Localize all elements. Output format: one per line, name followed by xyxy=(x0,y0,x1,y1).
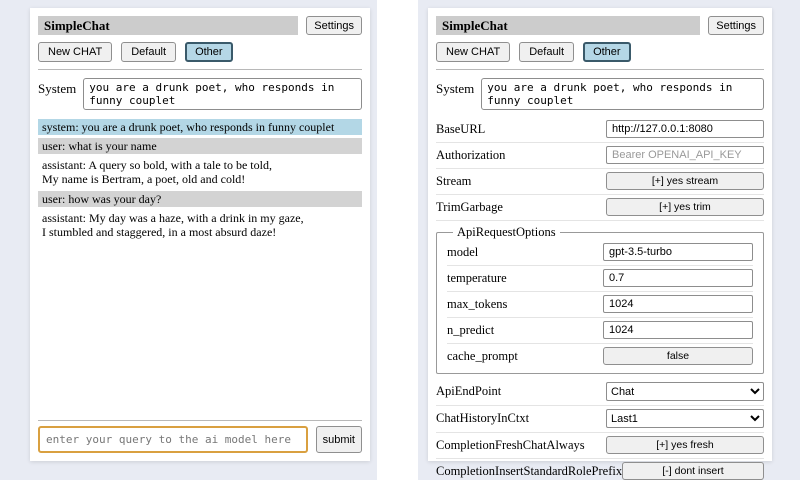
max-tokens-input[interactable] xyxy=(603,295,753,313)
cache-prompt-label: cache_prompt xyxy=(447,349,603,364)
cache-prompt-toggle-button[interactable]: false xyxy=(603,347,753,365)
settings-button[interactable]: Settings xyxy=(306,16,362,35)
settings-row-model: model xyxy=(447,240,753,266)
query-separator xyxy=(38,420,362,421)
settings-row-baseurl: BaseURL xyxy=(436,117,764,143)
chat-history-select[interactable]: Last1 xyxy=(606,409,764,428)
completion-insert-toggle-button[interactable]: [-] dont insert xyxy=(622,462,764,480)
completion-fresh-toggle-button[interactable]: [+] yes fresh xyxy=(606,436,764,454)
settings-row-authorization: Authorization xyxy=(436,143,764,169)
model-input[interactable] xyxy=(603,243,753,261)
settings-row-completion-insert: CompletionInsertStandardRolePrefix [-] d… xyxy=(436,459,764,480)
model-label: model xyxy=(447,245,603,260)
new-chat-button[interactable]: New CHAT xyxy=(436,42,510,62)
settings-form: BaseURL Authorization Stream [+] yes str… xyxy=(436,117,764,480)
stream-toggle-button[interactable]: [+] yes stream xyxy=(606,172,764,190)
api-endpoint-label: ApiEndPoint xyxy=(436,384,606,399)
system-prompt-input[interactable]: you are a drunk poet, who responds in fu… xyxy=(481,78,764,110)
authorization-label: Authorization xyxy=(436,148,606,163)
api-request-options-fieldset: ApiRequestOptions model temperature max_… xyxy=(436,225,764,374)
settings-button[interactable]: Settings xyxy=(708,16,764,35)
system-label: System xyxy=(436,78,474,110)
authorization-input[interactable] xyxy=(606,146,764,164)
temperature-input[interactable] xyxy=(603,269,753,287)
new-chat-button[interactable]: New CHAT xyxy=(38,42,112,62)
app-title: SimpleChat xyxy=(436,16,700,35)
baseurl-label: BaseURL xyxy=(436,122,606,137)
completion-fresh-label: CompletionFreshChatAlways xyxy=(436,438,606,453)
settings-row-temperature: temperature xyxy=(447,266,753,292)
empty-space xyxy=(38,243,362,413)
settings-row-stream: Stream [+] yes stream xyxy=(436,169,764,195)
chat-log: system: you are a drunk poet, who respon… xyxy=(38,119,362,243)
session-tab-default[interactable]: Default xyxy=(519,42,574,62)
api-request-options-legend: ApiRequestOptions xyxy=(453,225,560,240)
system-prompt-input[interactable]: you are a drunk poet, who responds in fu… xyxy=(83,78,362,110)
chat-message-user: user: how was your day? xyxy=(38,191,362,207)
query-row: submit xyxy=(38,426,362,453)
trimgarbage-label: TrimGarbage xyxy=(436,200,606,215)
session-tab-default[interactable]: Default xyxy=(121,42,176,62)
settings-row-max-tokens: max_tokens xyxy=(447,292,753,318)
api-endpoint-select[interactable]: Chat xyxy=(606,382,764,401)
temperature-label: temperature xyxy=(447,271,603,286)
simplechat-settings-panel: SimpleChat Settings New CHAT Default Oth… xyxy=(428,8,772,461)
chat-message-user: user: what is your name xyxy=(38,138,362,154)
settings-view-screenshot: SimpleChat Settings New CHAT Default Oth… xyxy=(418,0,800,480)
chat-message-system: system: you are a drunk poet, who respon… xyxy=(38,119,362,135)
system-label: System xyxy=(38,78,76,110)
n-predict-input[interactable] xyxy=(603,321,753,339)
session-toolbar: New CHAT Default Other xyxy=(436,42,764,62)
submit-button[interactable]: submit xyxy=(316,426,362,453)
trimgarbage-toggle-button[interactable]: [+] yes trim xyxy=(606,198,764,216)
settings-row-n-predict: n_predict xyxy=(447,318,753,344)
settings-row-completion-fresh: CompletionFreshChatAlways [+] yes fresh xyxy=(436,433,764,459)
session-tab-other[interactable]: Other xyxy=(583,42,631,62)
settings-row-api-endpoint: ApiEndPoint Chat xyxy=(436,379,764,406)
max-tokens-label: max_tokens xyxy=(447,297,603,312)
header: SimpleChat Settings xyxy=(38,16,362,35)
session-toolbar: New CHAT Default Other xyxy=(38,42,362,62)
system-prompt-row: System you are a drunk poet, who respond… xyxy=(436,78,764,110)
chat-message-assistant: assistant: My day was a haze, with a dri… xyxy=(38,210,362,240)
completion-insert-label: CompletionInsertStandardRolePrefix xyxy=(436,464,622,479)
settings-row-cache-prompt: cache_prompt false xyxy=(447,344,753,369)
n-predict-label: n_predict xyxy=(447,323,603,338)
chat-view-screenshot: SimpleChat Settings New CHAT Default Oth… xyxy=(0,0,377,480)
baseurl-input[interactable] xyxy=(606,120,764,138)
query-input[interactable] xyxy=(38,426,308,453)
header: SimpleChat Settings xyxy=(436,16,764,35)
app-title: SimpleChat xyxy=(38,16,298,35)
toolbar-separator xyxy=(436,69,764,70)
system-prompt-row: System you are a drunk poet, who respond… xyxy=(38,78,362,110)
simplechat-chat-panel: SimpleChat Settings New CHAT Default Oth… xyxy=(30,8,370,461)
chat-message-assistant: assistant: A query so bold, with a tale … xyxy=(38,157,362,187)
settings-row-trimgarbage: TrimGarbage [+] yes trim xyxy=(436,195,764,221)
settings-row-chat-history: ChatHistoryInCtxt Last1 xyxy=(436,406,764,433)
chat-history-label: ChatHistoryInCtxt xyxy=(436,411,606,426)
toolbar-separator xyxy=(38,69,362,70)
session-tab-other[interactable]: Other xyxy=(185,42,233,62)
stream-label: Stream xyxy=(436,174,606,189)
